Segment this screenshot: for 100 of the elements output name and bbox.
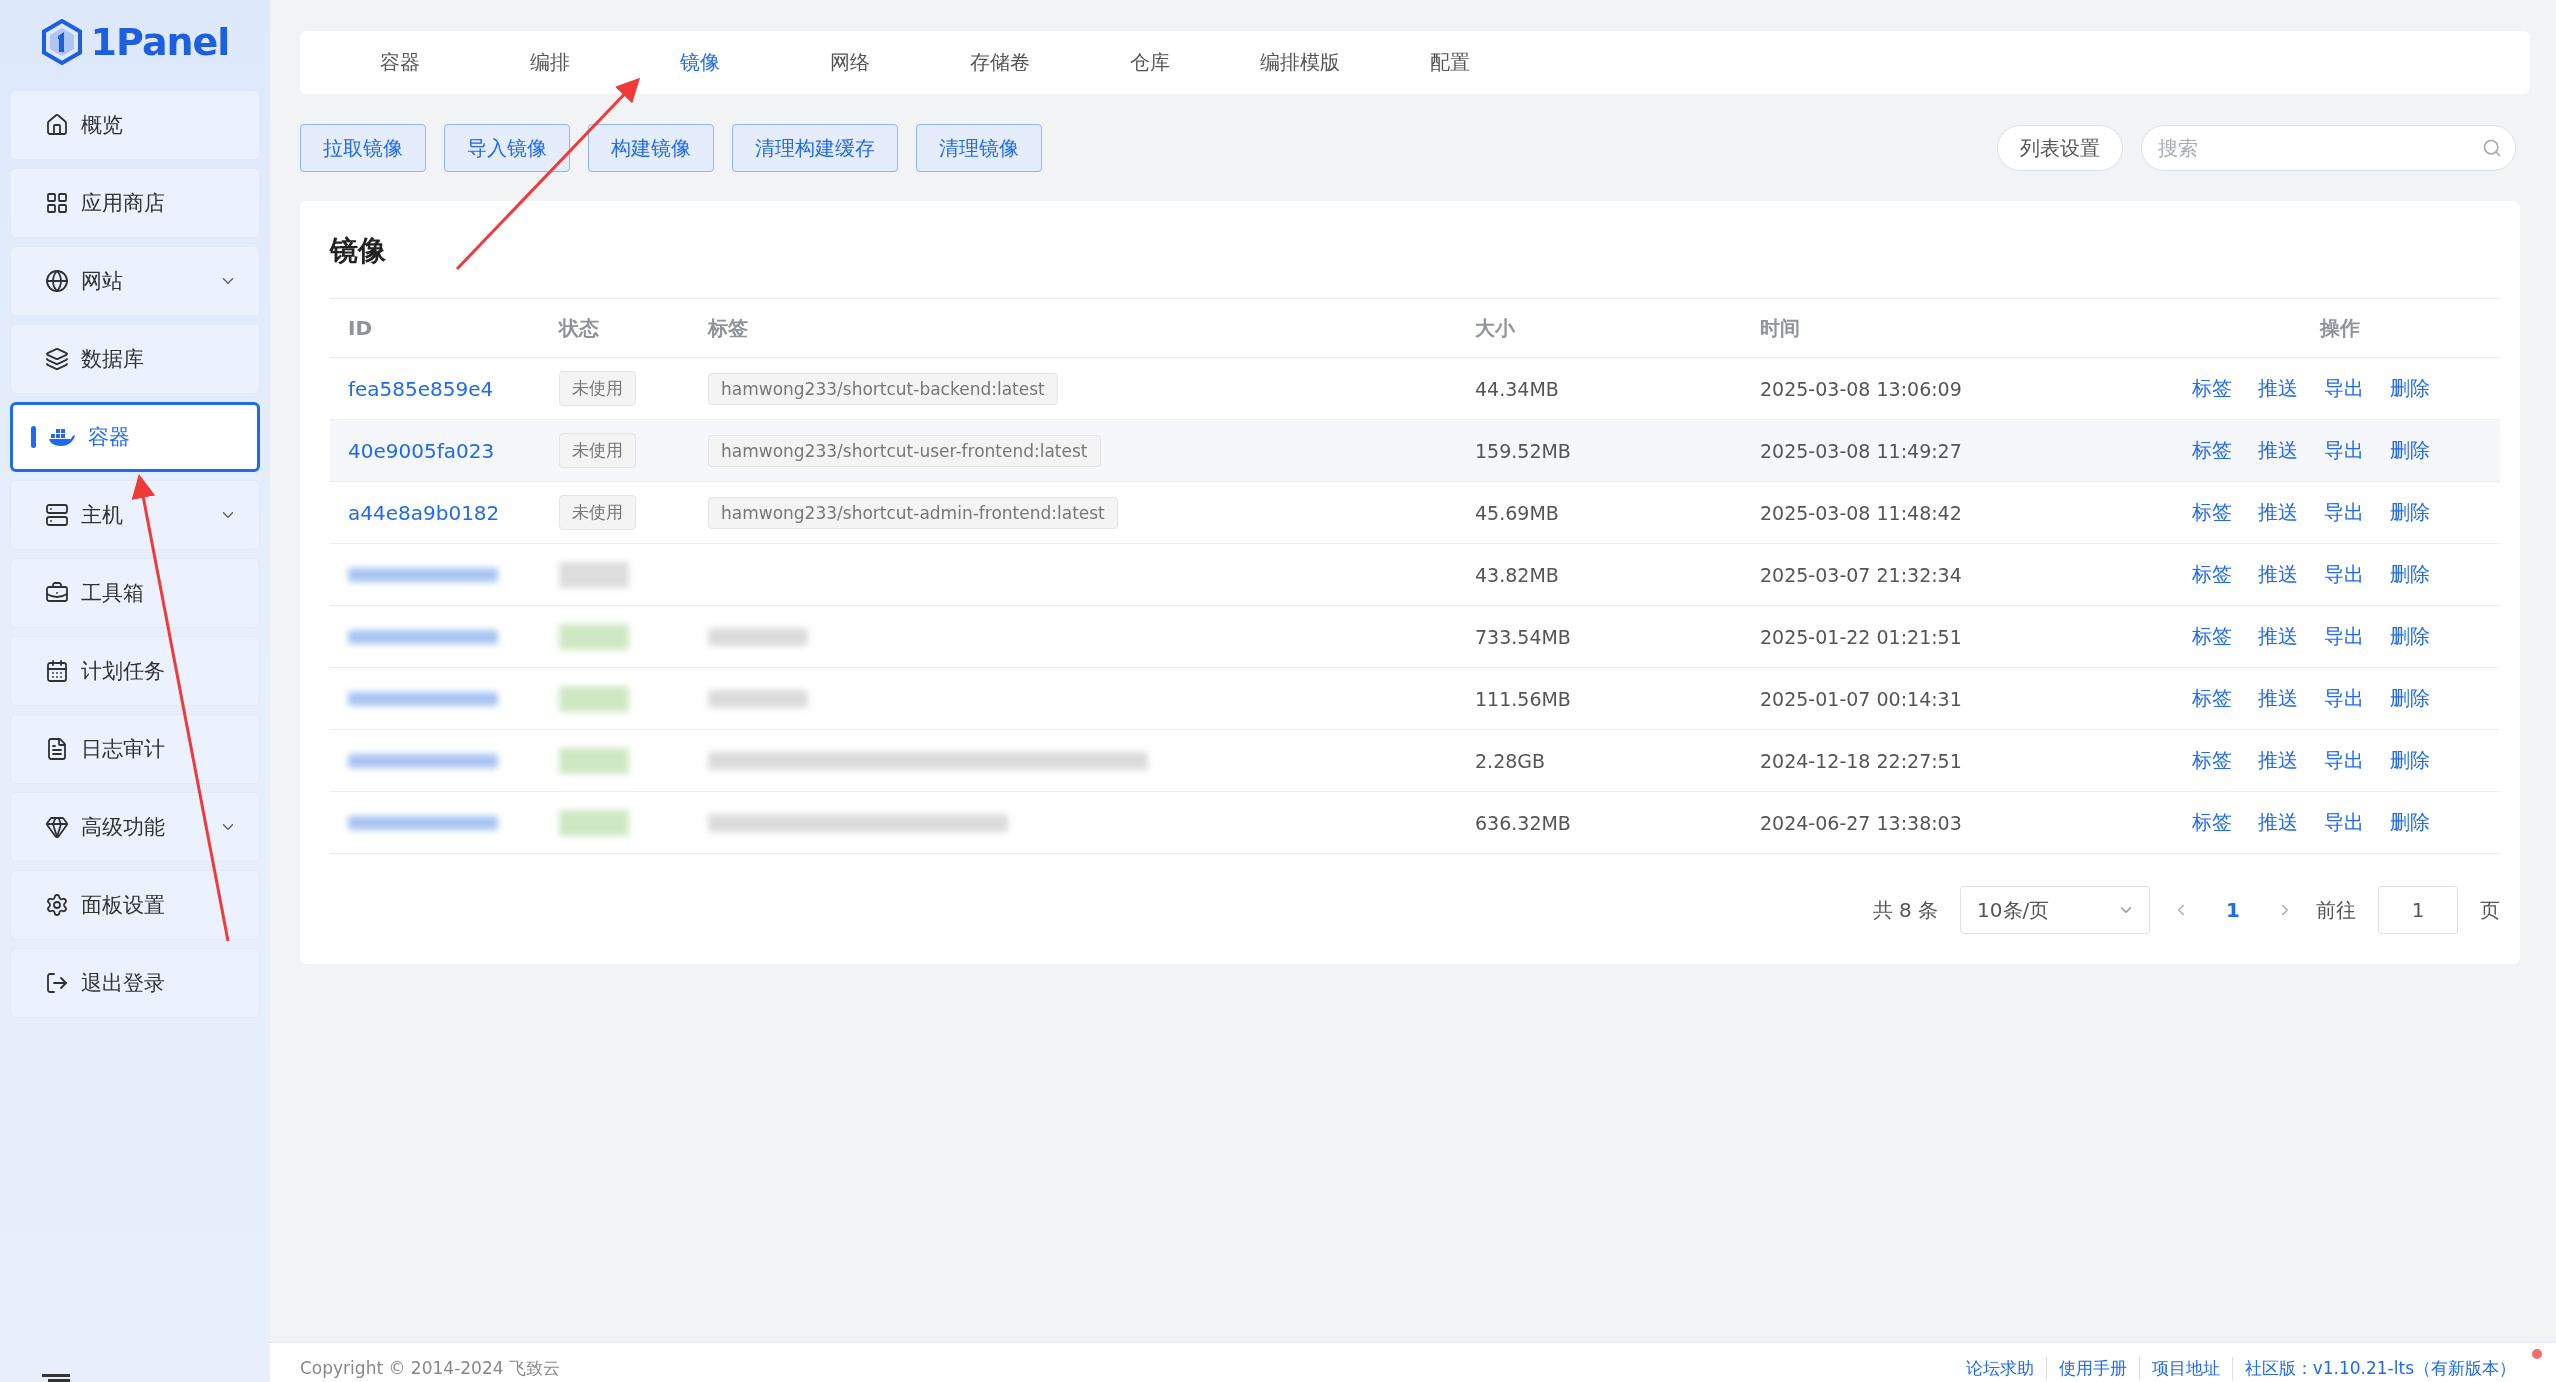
action-link[interactable]: 标签 (2192, 375, 2232, 402)
tab[interactable]: 镜像 (625, 49, 775, 76)
grid-icon (45, 191, 69, 215)
column-header: 时间 (1760, 314, 1801, 342)
column-header: 标签 (708, 314, 749, 342)
action-link[interactable]: 推送 (2258, 623, 2298, 650)
action-link[interactable]: 导出 (2324, 809, 2364, 836)
action-link[interactable]: 标签 (2192, 747, 2232, 774)
time-cell-text: 2025-01-07 00:14:31 (1760, 687, 1963, 710)
image-tag: hamwong233/shortcut-user-frontend:latest (708, 434, 1101, 467)
action-link[interactable]: 导出 (2324, 375, 2364, 402)
action-link[interactable]: 导出 (2324, 747, 2364, 774)
toolbar-button[interactable]: 清理构建缓存 (732, 124, 898, 172)
time-cell-text: 2025-03-07 21:32:34 (1760, 563, 1963, 586)
sidebar-item[interactable]: 退出登录 (10, 948, 260, 1018)
footer-link[interactable]: 使用手册 (2046, 1357, 2140, 1380)
blurred-status (559, 809, 629, 836)
tab[interactable]: 仓库 (1075, 49, 1225, 76)
toolbox-icon (45, 581, 69, 605)
action-link[interactable]: 删除 (2390, 375, 2430, 402)
action-link[interactable]: 推送 (2258, 499, 2298, 526)
sidebar-item[interactable]: 容器 (10, 402, 260, 472)
action-link[interactable]: 标签 (2192, 685, 2232, 712)
status-tag: 未使用 (559, 371, 636, 406)
tab[interactable]: 配置 (1375, 49, 1525, 76)
size-cell-text: 45.69MB (1475, 501, 1560, 524)
sidebar-item[interactable]: 数据库 (10, 324, 260, 394)
action-link[interactable]: 删除 (2390, 437, 2430, 464)
tab[interactable]: 存储卷 (925, 49, 1075, 76)
sidebar-item[interactable]: 主机 (10, 480, 260, 550)
time-cell-text: 2025-03-08 11:48:42 (1760, 501, 1963, 524)
time-cell-text: 2024-06-27 13:38:03 (1760, 811, 1963, 834)
sidebar-item[interactable]: 面板设置 (10, 870, 260, 940)
version-link[interactable]: 社区版：v1.10.21-lts（有新版本） (2232, 1357, 2516, 1380)
menu-icon[interactable] (42, 1372, 72, 1382)
time-cell-text: 2024-12-18 22:27:51 (1760, 749, 1963, 772)
action-link[interactable]: 推送 (2258, 747, 2298, 774)
page-size-select[interactable]: 10条/页 (1960, 886, 2151, 934)
image-id-link[interactable]: a44e8a9b0182 (348, 500, 559, 525)
search-icon (2482, 138, 2502, 158)
size-cell-text: 159.52MB (1475, 439, 1572, 462)
time-cell-text: 2025-03-08 13:06:09 (1760, 377, 1963, 400)
card-title: 镜像 (330, 232, 387, 269)
action-link[interactable]: 推送 (2258, 437, 2298, 464)
logout-icon (45, 971, 69, 995)
action-link[interactable]: 删除 (2390, 499, 2430, 526)
action-link[interactable]: 删除 (2390, 561, 2430, 588)
status-tag: 未使用 (559, 495, 636, 530)
blurred-status (559, 561, 629, 588)
toolbar-button[interactable]: 拉取镜像 (300, 124, 426, 172)
whale-icon (48, 426, 76, 448)
action-link[interactable]: 导出 (2324, 623, 2364, 650)
tab[interactable]: 网络 (775, 49, 925, 76)
sidebar-item[interactable]: 高级功能 (10, 792, 260, 862)
action-link[interactable]: 导出 (2324, 685, 2364, 712)
action-link[interactable]: 导出 (2324, 499, 2364, 526)
sidebar-item[interactable]: 计划任务 (10, 636, 260, 706)
image-id-link[interactable]: 40e9005fa023 (348, 438, 559, 463)
action-link[interactable]: 标签 (2192, 623, 2232, 650)
tab[interactable]: 编排模版 (1225, 49, 1375, 76)
footer-link[interactable]: 项目地址 (2139, 1357, 2233, 1380)
action-link[interactable]: 导出 (2324, 561, 2364, 588)
time-cell-text: 2025-03-08 11:49:27 (1760, 439, 1963, 462)
action-link[interactable]: 标签 (2192, 809, 2232, 836)
column-header: 操作 (2318, 314, 2361, 342)
page-number[interactable]: 1 (2212, 898, 2254, 922)
action-link[interactable]: 删除 (2390, 623, 2430, 650)
sidebar-item[interactable]: 概览 (10, 90, 260, 160)
tab[interactable]: 编排 (475, 49, 625, 76)
action-link[interactable]: 推送 (2258, 809, 2298, 836)
toolbar-button[interactable]: 构建镜像 (588, 124, 714, 172)
goto-label: 前往 (2316, 896, 2356, 924)
search-field[interactable]: 搜索 (2141, 125, 2516, 171)
action-link[interactable]: 删除 (2390, 685, 2430, 712)
sidebar-item[interactable]: 应用商店 (10, 168, 260, 238)
logo-icon (40, 19, 83, 65)
sidebar-item[interactable]: 工具箱 (10, 558, 260, 628)
action-link[interactable]: 标签 (2192, 499, 2232, 526)
action-link[interactable]: 推送 (2258, 685, 2298, 712)
image-id-link[interactable]: fea585e859e4 (348, 376, 559, 401)
column-header: ID (348, 316, 374, 340)
action-link[interactable]: 删除 (2390, 809, 2430, 836)
sidebar-item[interactable]: 网站 (10, 246, 260, 316)
action-link[interactable]: 标签 (2192, 437, 2232, 464)
image-tag: hamwong233/shortcut-admin-frontend:latest (708, 496, 1118, 529)
list-settings-button[interactable]: 列表设置 (1997, 125, 2123, 171)
action-link[interactable]: 删除 (2390, 747, 2430, 774)
toolbar-button[interactable]: 导入镜像 (444, 124, 570, 172)
logo-text: 1Panel (90, 20, 230, 64)
action-link[interactable]: 导出 (2324, 437, 2364, 464)
action-link[interactable]: 标签 (2192, 561, 2232, 588)
status-tag: 未使用 (559, 433, 636, 468)
action-link[interactable]: 推送 (2258, 561, 2298, 588)
action-link[interactable]: 推送 (2258, 375, 2298, 402)
diamond-icon (45, 815, 69, 839)
footer-link[interactable]: 论坛求助 (1953, 1357, 2047, 1380)
toolbar-button[interactable]: 清理镜像 (916, 124, 1042, 172)
tab[interactable]: 容器 (325, 49, 475, 76)
page-input[interactable]: 1 (2378, 886, 2458, 934)
sidebar-item[interactable]: 日志审计 (10, 714, 260, 784)
